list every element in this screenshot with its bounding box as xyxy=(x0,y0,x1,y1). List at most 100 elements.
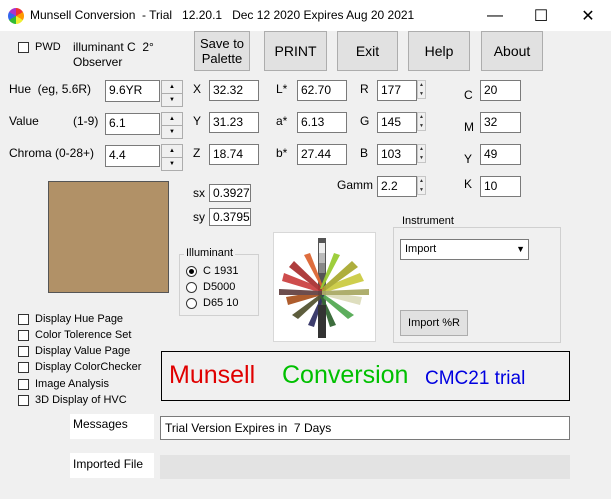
sx-field[interactable]: 0.3927 xyxy=(209,184,251,202)
chroma-down-icon[interactable]: ▼ xyxy=(162,158,182,171)
value-range-label: (1-9) xyxy=(73,114,99,128)
close-button[interactable]: ✕ xyxy=(565,0,611,31)
z-field[interactable]: 18.74 xyxy=(209,144,259,165)
3d-display-hvc-checkbox[interactable] xyxy=(18,395,29,406)
chroma-spinner[interactable]: ▲ ▼ xyxy=(161,144,183,171)
print-button[interactable]: PRINT xyxy=(264,31,327,71)
b-star-field[interactable]: 27.44 xyxy=(297,144,347,165)
g-spinner[interactable]: ▲ ▼ xyxy=(417,112,426,131)
m-field[interactable]: 32 xyxy=(480,112,521,133)
hue-input[interactable]: 9.6YR xyxy=(105,80,160,102)
about-button[interactable]: About xyxy=(481,31,543,71)
x-field[interactable]: 32.32 xyxy=(209,80,259,101)
l-star-field[interactable]: 62.70 xyxy=(297,80,347,101)
r-label: R xyxy=(360,82,369,96)
instrument-select[interactable]: Import ▼ xyxy=(400,239,529,260)
display-hue-page-checkbox[interactable] xyxy=(18,314,29,325)
b-field[interactable]: 103 xyxy=(377,144,417,165)
app-color-wheel-icon xyxy=(8,8,24,24)
radio-d65-10[interactable] xyxy=(186,298,197,309)
value-down-icon[interactable]: ▼ xyxy=(162,126,182,139)
value-input[interactable]: 6.1 xyxy=(105,113,160,135)
y-label: Y xyxy=(193,114,202,128)
m-label: M xyxy=(464,120,474,134)
hue-down-icon[interactable]: ▼ xyxy=(162,94,182,107)
munsell-tree-image[interactable] xyxy=(273,232,376,342)
hue-up-icon[interactable]: ▲ xyxy=(162,81,182,94)
help-button[interactable]: Help xyxy=(408,31,470,71)
radio-c1931-label: C 1931 xyxy=(203,265,239,277)
save-to-palette-button[interactable]: Save to Palette xyxy=(194,31,250,71)
display-hue-page-label: Display Hue Page xyxy=(35,313,124,325)
value-up-icon[interactable]: ▲ xyxy=(162,113,182,126)
banner-cmc21-text: CMC21 trial xyxy=(425,368,526,389)
hue-spinner[interactable]: ▲ ▼ xyxy=(161,80,183,107)
messages-field: Trial Version Expires in 7 Days xyxy=(160,416,570,440)
gamma-label: Gamm xyxy=(337,178,373,192)
pwd-checkbox[interactable] xyxy=(18,42,29,53)
value-label: Value xyxy=(9,114,39,128)
b-spinner[interactable]: ▲ ▼ xyxy=(417,144,426,163)
instrument-group-title: Instrument xyxy=(400,215,456,227)
image-analysis-checkbox[interactable] xyxy=(18,379,29,390)
banner-munsell-text: Munsell xyxy=(169,361,256,389)
c-label: C xyxy=(464,88,473,102)
gamma-spinner[interactable]: ▲ ▼ xyxy=(417,176,426,195)
maximize-button[interactable]: ☐ xyxy=(518,0,564,31)
b-star-label: b* xyxy=(276,146,288,160)
illuminant-header-line2: Observer xyxy=(73,55,123,69)
hue-label: Hue (eg, 5.6R) xyxy=(9,82,92,96)
messages-label: Messages xyxy=(73,417,128,431)
munsell-tree-icon xyxy=(279,238,369,338)
illuminant-group-title: Illuminant xyxy=(184,247,236,259)
y-field[interactable]: 31.23 xyxy=(209,112,259,133)
3d-display-hvc-label: 3D Display of HVC xyxy=(35,394,127,406)
banner-conversion-text: Conversion xyxy=(282,361,409,389)
imported-file-label: Imported File xyxy=(73,457,144,471)
sy-field[interactable]: 0.3795 xyxy=(209,208,251,226)
image-analysis-label: Image Analysis xyxy=(35,378,109,390)
k-field[interactable]: 10 xyxy=(480,176,521,197)
pwd-label: PWD xyxy=(35,41,61,53)
radio-d65-10-label: D65 10 xyxy=(203,297,239,309)
sy-label: sy xyxy=(193,210,205,224)
c-field[interactable]: 20 xyxy=(480,80,521,101)
minimize-button[interactable]: — xyxy=(472,0,518,31)
gamma-field[interactable]: 2.2 xyxy=(377,176,417,197)
l-star-label: L* xyxy=(276,82,288,96)
instrument-select-value: Import xyxy=(405,243,437,255)
display-value-page-label: Display Value Page xyxy=(35,345,131,357)
a-star-field[interactable]: 6.13 xyxy=(297,112,347,133)
a-star-label: a* xyxy=(276,114,288,128)
import-r-button[interactable]: Import %R xyxy=(400,310,468,336)
illuminant-header-line1: illuminant C 2° xyxy=(73,40,154,54)
display-colorchecker-label: Display ColorChecker xyxy=(35,361,142,373)
z-label: Z xyxy=(193,146,201,160)
k-label: K xyxy=(464,177,473,191)
color-tolerence-set-checkbox[interactable] xyxy=(18,330,29,341)
chroma-input[interactable]: 4.4 xyxy=(105,145,160,167)
r-spinner[interactable]: ▲ ▼ xyxy=(417,80,426,99)
radio-d5000[interactable] xyxy=(186,282,197,293)
save-to-palette-label: Save to Palette xyxy=(199,36,245,66)
radio-c1931[interactable] xyxy=(186,266,197,277)
cmyk-y-label: Y xyxy=(464,152,473,166)
g-field[interactable]: 145 xyxy=(377,112,417,133)
color-swatch xyxy=(48,181,169,293)
radio-d5000-label: D5000 xyxy=(203,281,236,293)
chroma-up-icon[interactable]: ▲ xyxy=(162,145,182,158)
display-colorchecker-checkbox[interactable] xyxy=(18,362,29,373)
b-label: B xyxy=(360,146,369,160)
r-field[interactable]: 177 xyxy=(377,80,417,101)
display-value-page-checkbox[interactable] xyxy=(18,346,29,357)
imported-file-field xyxy=(160,455,570,479)
g-label: G xyxy=(360,114,370,128)
cmyk-y-field[interactable]: 49 xyxy=(480,144,521,165)
chevron-down-icon[interactable]: ▼ xyxy=(516,244,525,254)
value-spinner[interactable]: ▲ ▼ xyxy=(161,112,183,139)
sx-label: sx xyxy=(193,186,205,200)
color-tolerence-set-label: Color Tolerence Set xyxy=(35,329,132,341)
window-title: Munsell Conversion - Trial 12.20.1 Dec 1… xyxy=(30,8,415,22)
x-label: X xyxy=(193,82,202,96)
exit-button[interactable]: Exit xyxy=(337,31,398,71)
